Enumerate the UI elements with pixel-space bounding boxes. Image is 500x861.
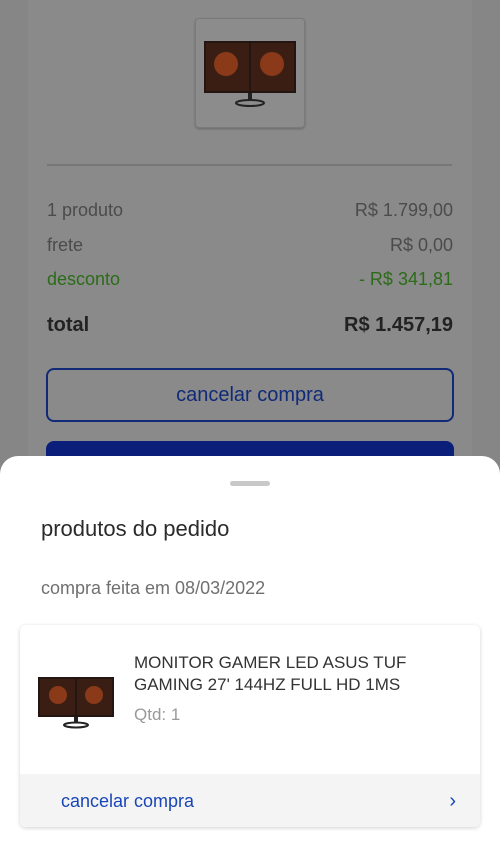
product-quantity: Qtd: 1 bbox=[134, 705, 181, 724]
sheet-drag-handle[interactable] bbox=[230, 481, 270, 486]
discount-value: - R$ 341,81 bbox=[358, 269, 453, 289]
product-name: MONITOR GAMER LED ASUS TUF GAMING 27' 14… bbox=[134, 653, 407, 694]
products-value: R$ 1.799,00 bbox=[354, 200, 453, 220]
cancel-purchase-link[interactable]: cancelar compra bbox=[61, 791, 194, 812]
total-label: total bbox=[47, 314, 90, 336]
product-thumbnail[interactable] bbox=[195, 18, 305, 128]
purchase-date: compra feita em 08/03/2022 bbox=[41, 578, 266, 598]
products-label: 1 produto bbox=[47, 200, 124, 220]
discount-row: desconto - R$ 341,81 bbox=[47, 269, 453, 290]
monitor-image bbox=[38, 677, 114, 729]
sheet-title: produtos do pedido bbox=[41, 516, 230, 541]
order-products-sheet: produtos do pedido compra feita em 08/03… bbox=[0, 456, 500, 861]
total-row: total R$ 1.457,19 bbox=[47, 314, 453, 337]
chevron-right-icon[interactable]: › bbox=[449, 790, 456, 813]
products-row: 1 produto R$ 1.799,00 bbox=[47, 200, 453, 221]
discount-label: desconto bbox=[47, 269, 121, 289]
cancel-order-button[interactable]: cancelar compra bbox=[46, 368, 454, 422]
summary-divider bbox=[47, 164, 452, 166]
shipping-value: R$ 0,00 bbox=[389, 235, 453, 255]
cancel-purchase-row[interactable]: cancelar compra › bbox=[20, 774, 480, 827]
product-card[interactable]: MONITOR GAMER LED ASUS TUF GAMING 27' 14… bbox=[20, 625, 480, 827]
monitor-image bbox=[204, 41, 296, 107]
shipping-row: frete R$ 0,00 bbox=[47, 235, 453, 256]
shipping-label: frete bbox=[47, 235, 84, 255]
total-value: R$ 1.457,19 bbox=[344, 314, 453, 336]
